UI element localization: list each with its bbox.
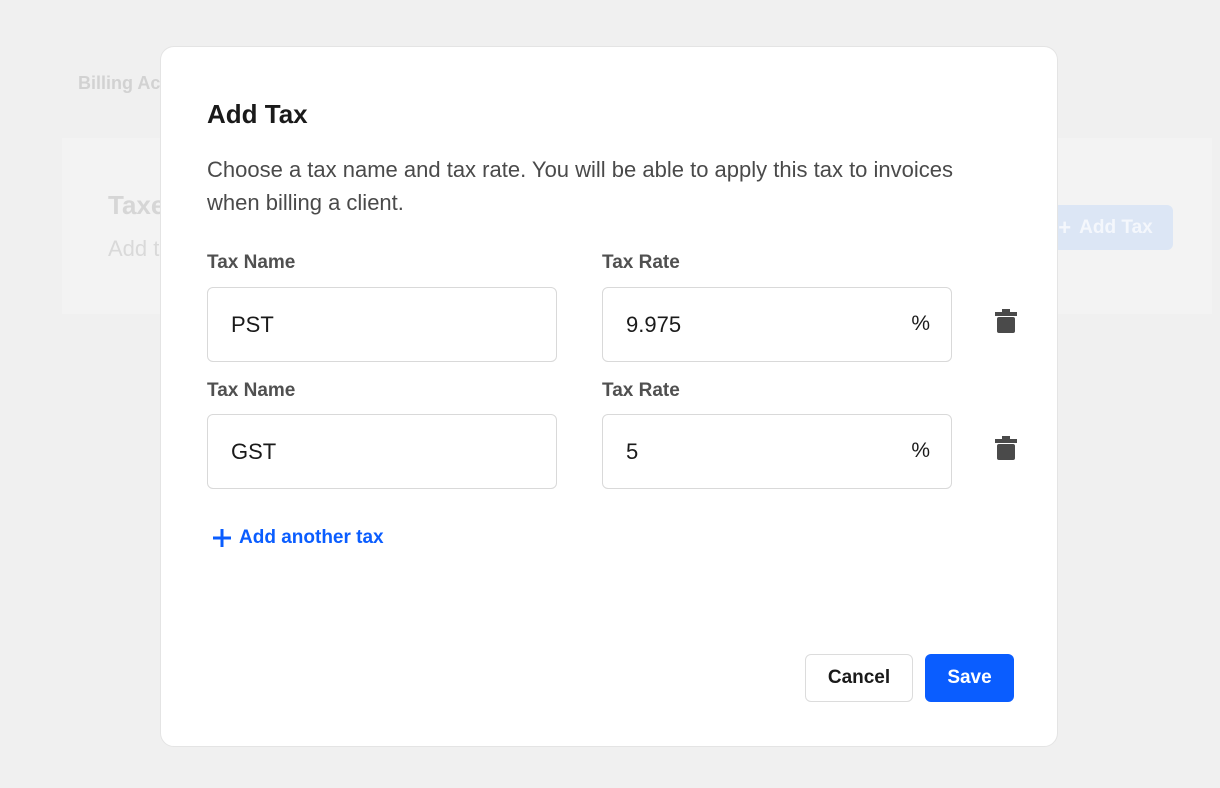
tax-name-field — [207, 287, 557, 362]
tax-name-label: Tax Name — [207, 252, 296, 273]
tax-name-field — [207, 414, 557, 489]
add-tax-button-label: Add Tax — [1079, 216, 1153, 238]
tax-rate-input[interactable] — [603, 288, 906, 361]
tax-rate-input[interactable] — [603, 415, 906, 488]
tax-name-input[interactable] — [208, 415, 511, 488]
percent-suffix: % — [911, 439, 930, 462]
trash-icon[interactable] — [995, 309, 1017, 333]
tax-rate-label: Tax Rate — [602, 252, 680, 273]
cancel-button[interactable]: Cancel — [805, 654, 913, 702]
card-subtitle: Add t — [108, 236, 160, 261]
card-title: Taxe — [108, 190, 166, 220]
percent-suffix: % — [911, 312, 930, 335]
tax-name-label: Tax Name — [207, 380, 296, 401]
tax-rate-field: % — [602, 287, 952, 362]
tax-rate-field: % — [602, 414, 952, 489]
breadcrumb: Billing Ac — [78, 73, 161, 93]
add-another-tax-label: Add another tax — [239, 527, 384, 548]
add-tax-button: + Add Tax — [1038, 205, 1173, 250]
add-another-tax-link[interactable]: Add another tax — [211, 527, 384, 549]
trash-icon[interactable] — [995, 436, 1017, 460]
dialog-description: Choose a tax name and tax rate. You will… — [207, 157, 954, 215]
plus-icon — [213, 529, 231, 547]
add-tax-dialog: Add Tax Choose a tax name and tax rate. … — [160, 46, 1058, 747]
tax-name-input[interactable] — [208, 288, 511, 361]
tax-rate-label: Tax Rate — [602, 380, 680, 401]
dialog-title: Add Tax — [207, 99, 308, 129]
save-button[interactable]: Save — [925, 654, 1014, 702]
plus-icon: + — [1058, 214, 1072, 240]
